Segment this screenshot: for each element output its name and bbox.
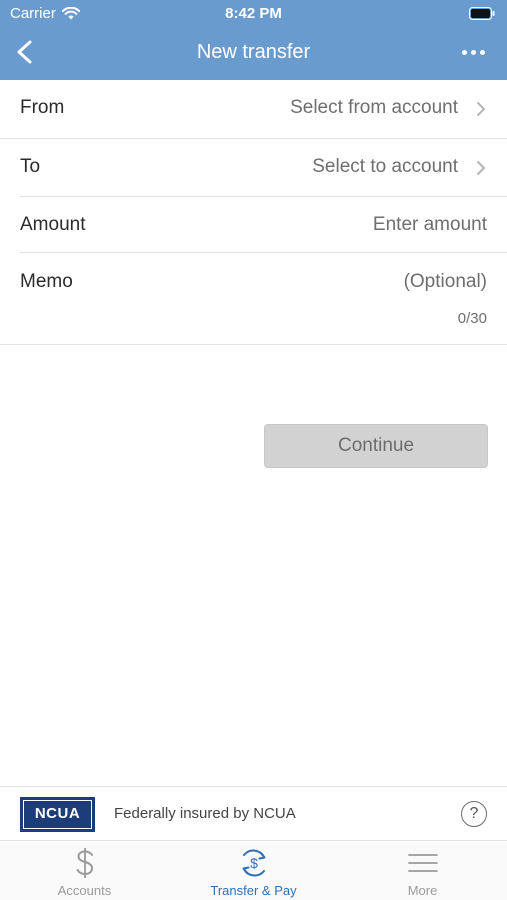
tab-label: More: [407, 883, 438, 898]
more-options-button[interactable]: [445, 42, 485, 62]
to-label: To: [20, 156, 41, 177]
ncua-logo-text: NCUA: [34, 805, 81, 822]
tab-more[interactable]: More: [338, 842, 507, 900]
svg-text:$: $: [250, 855, 258, 871]
page-title: New transfer: [196, 41, 311, 63]
chevron-right-icon: [477, 102, 485, 116]
memo-label: Memo: [20, 271, 73, 292]
insurance-text: Federally insured by NCUA: [114, 805, 296, 822]
tab-label: Transfer & Pay: [210, 883, 297, 898]
dot-icon: [471, 49, 476, 55]
header: Carrier 8:42 PM New transfer: [0, 0, 507, 80]
help-button[interactable]: ?: [461, 801, 487, 827]
menu-icon: [407, 854, 438, 872]
ncua-logo: NCUA: [20, 797, 95, 832]
amount-label: Amount: [20, 214, 86, 235]
tab-bar: Accounts $ Transfer & Pay More: [0, 842, 507, 900]
from-label: From: [20, 97, 65, 118]
dot-icon: [462, 49, 467, 55]
battery-icon: [469, 7, 495, 20]
tab-icon-wrap: [0, 846, 169, 880]
memo-row[interactable]: Memo (Optional) 0/30: [0, 253, 507, 345]
tab-icon-wrap: [338, 846, 507, 880]
status-time: 8:42 PM: [225, 5, 282, 22]
amount-row[interactable]: Amount Enter amount: [20, 197, 507, 253]
from-account-row[interactable]: From Select from account: [0, 80, 507, 139]
amount-input[interactable]: Enter amount: [373, 214, 487, 236]
from-account-value: Select from account: [290, 97, 458, 118]
to-account-value: Select to account: [312, 156, 458, 177]
tab-label: Accounts: [57, 883, 112, 898]
status-bar: Carrier 8:42 PM: [0, 0, 507, 28]
transfer-pay-icon: $: [242, 849, 265, 877]
continue-button[interactable]: Continue: [264, 424, 488, 468]
tab-transfer-pay[interactable]: $ Transfer & Pay: [169, 842, 338, 900]
insurance-banner: NCUA Federally insured by NCUA ?: [0, 786, 507, 841]
dollar-icon: [76, 848, 93, 878]
chevron-right-icon: [477, 161, 485, 175]
tab-accounts[interactable]: Accounts: [0, 842, 169, 900]
memo-char-counter: 0/30: [457, 310, 487, 327]
dot-icon: [480, 49, 485, 55]
to-account-row[interactable]: To Select to account: [20, 139, 507, 197]
memo-input[interactable]: (Optional): [404, 271, 487, 293]
tab-icon-wrap: $: [169, 846, 338, 880]
navbar: New transfer: [0, 30, 507, 76]
